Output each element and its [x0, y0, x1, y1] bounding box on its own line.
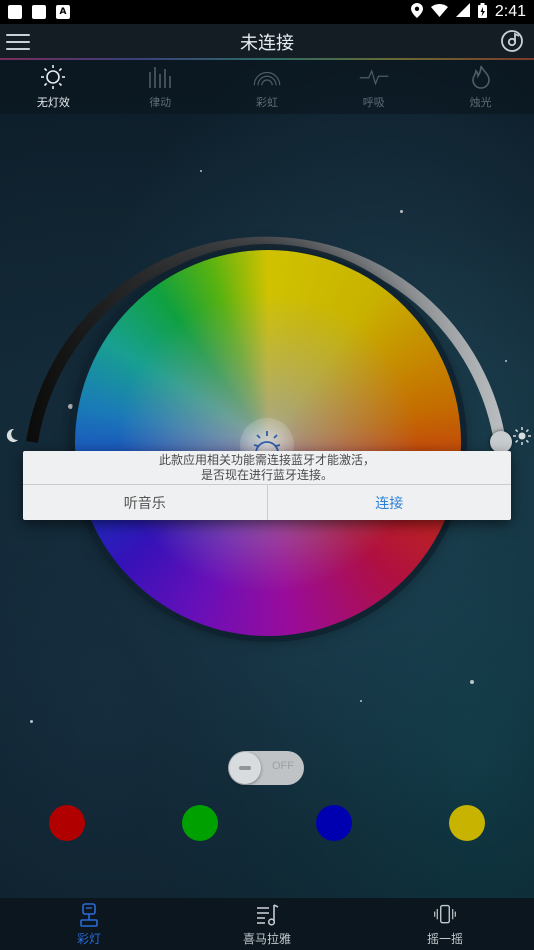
status-bar: A 2:41 — [0, 0, 534, 24]
clock: 2:41 — [494, 3, 526, 20]
dialog-message-line: 是否现在进行蓝牙连接。 — [200, 467, 333, 482]
pulse-icon — [359, 69, 389, 86]
mode-tabs: 无灯效 律动 彩虹 呼吸 烛光 — [0, 60, 534, 114]
location-icon — [410, 2, 423, 22]
notification-a-icon: A — [56, 5, 70, 19]
mode-label: 彩虹 — [255, 96, 278, 109]
toggle-knob — [229, 752, 261, 784]
battery-icon — [477, 2, 487, 22]
mode-label: 呼吸 — [362, 96, 385, 109]
listen-music-button[interactable]: 听音乐 — [23, 485, 268, 520]
dialog-message-line: 此款应用相关功能需连接蓝牙才能激活， — [158, 452, 375, 467]
moon-icon — [4, 427, 20, 443]
brightness-slider-handle[interactable] — [490, 431, 512, 453]
dialog-actions: 听音乐 连接 — [23, 484, 511, 520]
mode-tab-breath[interactable]: 呼吸 — [320, 60, 427, 114]
mode-tab-rainbow[interactable]: 彩虹 — [214, 60, 321, 114]
sun-icon — [41, 65, 66, 89]
nav-label: 喜马拉雅 — [242, 931, 291, 946]
page-title: 未连接 — [240, 33, 294, 54]
shake-phone-icon — [434, 904, 456, 923]
preset-color-red[interactable] — [49, 805, 85, 841]
notification-icon — [8, 5, 22, 19]
title-bar: 未连接 — [0, 24, 534, 60]
lamp-icon — [80, 902, 98, 927]
signal-icon — [455, 3, 470, 21]
mode-tab-candle[interactable]: 烛光 — [427, 60, 534, 114]
preset-color-green[interactable] — [182, 805, 218, 841]
mode-label: 烛光 — [469, 96, 492, 109]
nav-item-ximalaya[interactable]: 喜马拉雅 — [178, 898, 356, 950]
rainbow-icon — [253, 71, 281, 86]
playlist-icon — [257, 903, 279, 926]
nav-label: 彩灯 — [76, 931, 101, 946]
dialog-message: 此款应用相关功能需连接蓝牙才能激活， 是否现在进行蓝牙连接。 — [23, 451, 511, 484]
notification-icon — [32, 5, 46, 19]
preset-color-blue[interactable] — [316, 805, 352, 841]
nav-label: 摇一摇 — [426, 931, 463, 946]
flame-icon — [471, 65, 490, 89]
nav-item-lights[interactable]: 彩灯 — [0, 898, 178, 950]
mode-label: 无灯效 — [36, 96, 70, 109]
wifi-icon — [430, 3, 448, 21]
preset-color-yellow[interactable] — [449, 805, 485, 841]
mode-tab-none[interactable]: 无灯效 — [0, 60, 107, 114]
power-toggle[interactable]: OFF — [228, 751, 304, 785]
menu-icon[interactable] — [6, 30, 30, 54]
sun-icon — [512, 426, 532, 446]
bluetooth-connect-dialog: 此款应用相关功能需连接蓝牙才能激活， 是否现在进行蓝牙连接。 听音乐 连接 — [23, 451, 511, 520]
bottom-nav: 彩灯 喜马拉雅 摇一摇 — [0, 898, 534, 950]
mode-label: 律动 — [149, 96, 172, 109]
connect-button[interactable]: 连接 — [268, 485, 512, 520]
nav-item-shake[interactable]: 摇一摇 — [356, 898, 534, 950]
toggle-label: OFF — [272, 760, 294, 772]
mode-tab-rhythm[interactable]: 律动 — [107, 60, 214, 114]
music-disc-icon[interactable] — [500, 29, 524, 53]
equalizer-icon — [149, 67, 171, 88]
